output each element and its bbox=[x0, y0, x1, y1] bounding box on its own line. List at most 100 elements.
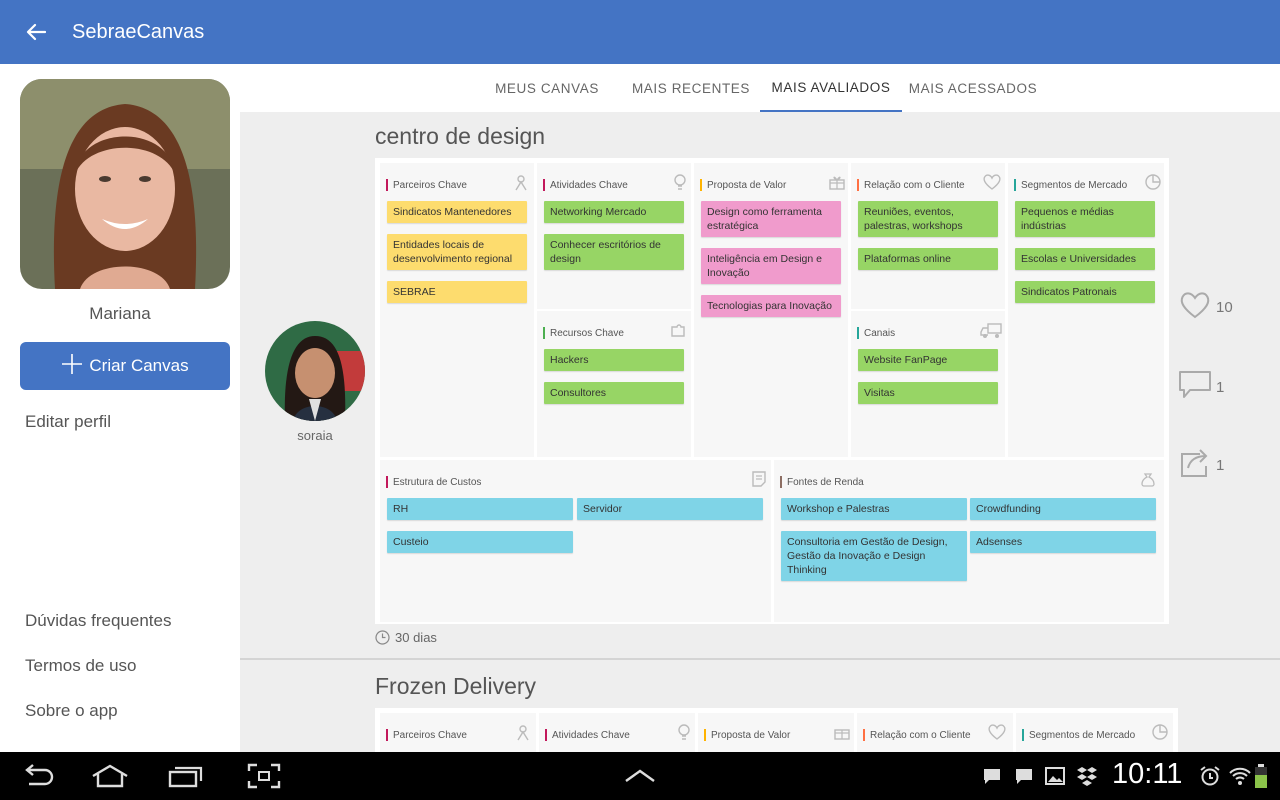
back-nav-icon[interactable] bbox=[18, 760, 58, 792]
app-title: SebraeCanvas bbox=[72, 20, 205, 43]
about-link[interactable]: Sobre o app bbox=[25, 701, 118, 721]
sticky-note[interactable]: Adsenses bbox=[970, 531, 1156, 553]
sticky-note[interactable]: Consultores bbox=[544, 382, 684, 404]
sticky-note[interactable]: Pequenos e médias indústrias bbox=[1015, 201, 1155, 237]
comment-icon[interactable] bbox=[1178, 370, 1216, 404]
puzzle-icon bbox=[669, 321, 687, 339]
sidebar: Mariana Criar Canvas Editar perfil Dúvid… bbox=[0, 64, 240, 752]
section-proposta-de-valor: Proposta de Valor Design como ferramenta… bbox=[694, 163, 848, 457]
lightbulb-icon bbox=[675, 723, 693, 741]
section-atividades-chave: Atividades Chave Networking Mercado Conh… bbox=[537, 163, 691, 309]
chevron-up-icon[interactable] bbox=[620, 760, 660, 792]
status-clock: 10:11 bbox=[1112, 758, 1183, 790]
app-bar: SebraeCanvas bbox=[0, 0, 1280, 64]
sticky-note[interactable]: Sindicatos Patronais bbox=[1015, 281, 1155, 303]
canvas-title[interactable]: centro de design bbox=[375, 123, 545, 150]
likes-stat[interactable]: 10 bbox=[1178, 290, 1233, 324]
canvas-title[interactable]: Frozen Delivery bbox=[375, 673, 536, 700]
edit-profile-link[interactable]: Editar perfil bbox=[25, 412, 111, 432]
dropbox-icon bbox=[1070, 760, 1104, 792]
sticky-note[interactable]: Escolas e Universidades bbox=[1015, 248, 1155, 270]
author-avatar[interactable] bbox=[265, 321, 365, 421]
section-segmentos-mercado: Segmentos de Mercado Pequenos e médias i… bbox=[1008, 163, 1164, 457]
alarm-icon bbox=[1193, 760, 1227, 792]
sticky-note[interactable]: Hackers bbox=[544, 349, 684, 371]
recent-apps-icon[interactable] bbox=[166, 760, 206, 792]
section-title: Canais bbox=[857, 321, 895, 345]
sticky-note[interactable]: Servidor bbox=[577, 498, 763, 520]
create-canvas-button[interactable]: Criar Canvas bbox=[20, 342, 230, 390]
section-title: Recursos Chave bbox=[543, 321, 624, 345]
tab-mais-acessados[interactable]: MAIS ACESSADOS bbox=[908, 64, 1038, 112]
user-name: Mariana bbox=[89, 304, 151, 323]
sticky-note[interactable]: Plataformas online bbox=[858, 248, 998, 270]
section-recursos-chave: Recursos Chave Hackers Consultores bbox=[537, 311, 691, 457]
shares-stat[interactable]: 1 bbox=[1178, 448, 1224, 482]
author-name[interactable]: soraia bbox=[265, 428, 365, 443]
section-title: Estrutura de Custos bbox=[386, 470, 481, 494]
business-canvas[interactable]: Parceiros Chave Sindicatos Mantenedores … bbox=[375, 158, 1169, 624]
tab-mais-avaliados[interactable]: MAIS AVALIADOS bbox=[760, 64, 902, 112]
gift-icon bbox=[828, 173, 846, 191]
pie-chart-icon bbox=[1144, 173, 1162, 191]
section-relacao-cliente: Relação com o Cliente Reuniões, eventos,… bbox=[851, 163, 1005, 309]
section-title: Segmentos de Mercado bbox=[1022, 723, 1135, 747]
user-avatar[interactable] bbox=[20, 79, 230, 289]
sticky-note[interactable]: Networking Mercado bbox=[544, 201, 684, 223]
sticky-note[interactable]: RH bbox=[387, 498, 573, 520]
money-bag-icon bbox=[1139, 470, 1157, 488]
notification-message-icon bbox=[975, 760, 1009, 792]
truck-icon bbox=[979, 321, 1003, 339]
document-icon bbox=[750, 470, 768, 488]
sticky-note[interactable]: Custeio bbox=[387, 531, 573, 553]
system-navigation-bar: 10:11 bbox=[0, 752, 1280, 800]
section-fontes-renda: Fontes de Renda Workshop e Palestras Cro… bbox=[774, 460, 1164, 622]
sticky-note[interactable]: Conhecer escritórios de design bbox=[544, 234, 684, 270]
tab-mais-recentes[interactable]: MAIS RECENTES bbox=[628, 64, 754, 112]
sticky-note[interactable]: Reuniões, eventos, palestras, workshops bbox=[858, 201, 998, 237]
heart-icon bbox=[987, 723, 1006, 741]
sticky-note[interactable]: Crowdfunding bbox=[970, 498, 1156, 520]
section-title: Atividades Chave bbox=[545, 723, 630, 747]
comments-stat[interactable]: 1 bbox=[1178, 370, 1224, 404]
sticky-note[interactable]: Tecnologias para Inovação bbox=[701, 295, 841, 317]
faq-link[interactable]: Dúvidas frequentes bbox=[25, 611, 171, 631]
section-atividades-chave: Atividades Chave bbox=[539, 713, 695, 752]
screenshot-icon[interactable] bbox=[244, 760, 284, 792]
battery-icon bbox=[1248, 760, 1274, 792]
likes-count: 10 bbox=[1216, 298, 1233, 316]
back-arrow-icon[interactable] bbox=[0, 0, 72, 64]
sticky-note[interactable]: Visitas bbox=[858, 382, 998, 404]
section-title: Relação com o Cliente bbox=[863, 723, 971, 747]
sticky-note[interactable]: Inteligência em Design e Inovação bbox=[701, 248, 841, 284]
sticky-note[interactable]: Entidades locais de desenvolvimento regi… bbox=[387, 234, 527, 270]
sticky-note[interactable]: SEBRAE bbox=[387, 281, 527, 303]
home-nav-icon[interactable] bbox=[90, 760, 130, 792]
tab-meus-canvas[interactable]: MEUS CANVAS bbox=[488, 64, 606, 112]
canvas-age: 30 dias bbox=[375, 630, 437, 645]
sticky-note[interactable]: Website FanPage bbox=[858, 349, 998, 371]
section-relacao-cliente: Relação com o Cliente bbox=[857, 713, 1013, 752]
sticky-note[interactable]: Design como ferramenta estratégica bbox=[701, 201, 841, 237]
notification-image-icon bbox=[1038, 760, 1072, 792]
share-icon[interactable] bbox=[1178, 448, 1216, 482]
section-canais: Canais Website FanPage Visitas bbox=[851, 311, 1005, 457]
lightbulb-icon bbox=[671, 173, 689, 191]
gift-icon bbox=[833, 723, 851, 741]
business-canvas[interactable]: Parceiros Chave Atividades Chave Propost… bbox=[375, 708, 1178, 752]
sticky-note[interactable]: Sindicatos Mantenedores bbox=[387, 201, 527, 223]
canvas-feed[interactable]: centro de design Parceiros Chave Sindica… bbox=[240, 112, 1280, 752]
section-title: Fontes de Renda bbox=[780, 470, 864, 494]
heart-outline-icon[interactable] bbox=[1178, 290, 1216, 324]
section-parceiros-chave: Parceiros Chave bbox=[380, 713, 536, 752]
link-icon bbox=[512, 173, 530, 191]
section-title: Segmentos de Mercado bbox=[1014, 173, 1127, 197]
sticky-note[interactable]: Consultoria em Gestão de Design, Gestão … bbox=[781, 531, 967, 581]
section-title: Relação com o Cliente bbox=[857, 173, 965, 197]
sticky-note[interactable]: Workshop e Palestras bbox=[781, 498, 967, 520]
comments-count: 1 bbox=[1216, 378, 1225, 396]
terms-link[interactable]: Termos de uso bbox=[25, 656, 137, 676]
heart-icon bbox=[982, 173, 1001, 191]
pie-chart-icon bbox=[1151, 723, 1169, 741]
shares-count: 1 bbox=[1216, 456, 1225, 474]
